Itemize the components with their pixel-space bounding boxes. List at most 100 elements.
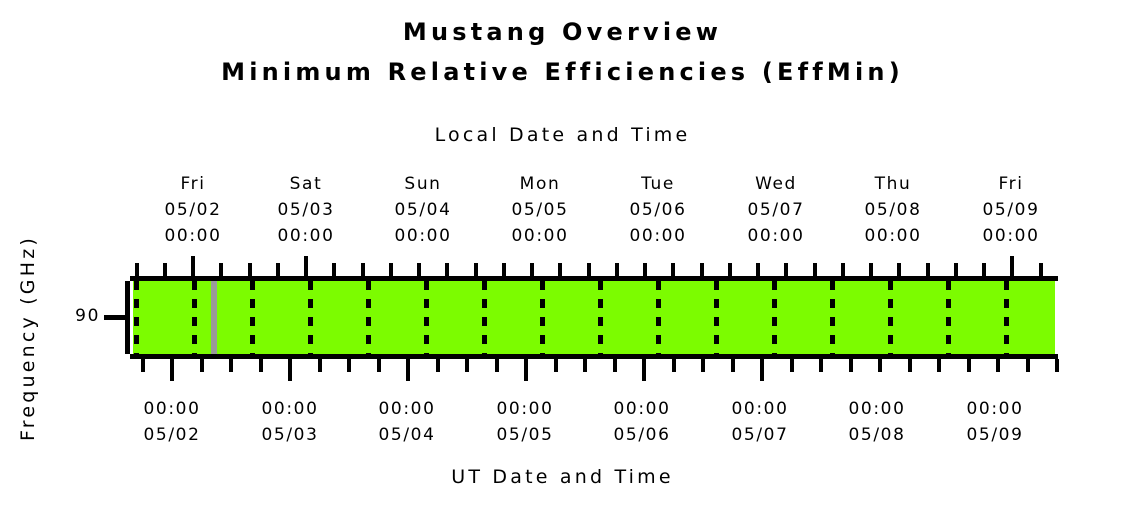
top-tick-major [191,256,195,276]
chart-title-secondary: Minimum Relative Efficiencies (EffMin) [221,58,904,86]
tick-label-top-7-time: 00:00 [982,226,1040,246]
bottom-tick-minor [937,359,941,372]
bottom-tick-minor [377,359,381,372]
tick-label-top-0-day: Fri [180,174,206,194]
tick-label-top-3-time: 00:00 [511,226,569,246]
tick-label-top-3-date: 05/05 [511,200,569,220]
top-tick-minor [587,263,591,276]
top-tick-minor [361,263,365,276]
tick-label-bottom-6-date: 05/08 [848,425,906,445]
tick-label-top-3-day: Mon [519,174,561,194]
tick-label-top-1: Sat 05/03 00:00 [241,171,371,249]
grid-dash-line [888,281,893,354]
y-axis-tick-90 [104,315,126,320]
bottom-tick-minor [200,359,204,372]
tick-label-top-7: Fri 05/09 00:00 [946,171,1076,249]
tick-label-top-6-time: 00:00 [864,226,922,246]
grid-dash-line [482,281,487,354]
tick-label-top-1-time: 00:00 [277,226,335,246]
tick-label-bottom-7-date: 05/09 [966,425,1024,445]
top-tick-minor [671,263,675,276]
tick-label-bottom-5-time: 00:00 [731,399,789,419]
tick-label-top-1-date: 05/03 [277,200,335,220]
tick-label-top-6-day: Thu [874,174,912,194]
tick-label-bottom-3: 00:00 05/05 [460,396,590,448]
tick-label-top-2-day: Sun [404,174,442,194]
bottom-tick-minor [259,359,263,372]
tick-label-bottom-2: 00:00 05/04 [342,396,472,448]
bottom-tick-minor [318,359,322,372]
tick-label-top-5-time: 00:00 [747,226,805,246]
bottom-tick-minor [701,359,705,372]
grid-dash-line [830,281,835,354]
tick-label-top-1-day: Sat [289,174,323,194]
tick-label-top-4-time: 00:00 [629,226,687,246]
grid-dash-line [946,281,951,354]
chart-title-primary: Mustang Overview [402,18,723,46]
bottom-tick-minor [229,359,233,372]
tick-label-top-2-time: 00:00 [394,226,452,246]
tick-label-bottom-7-time: 00:00 [966,399,1024,419]
bottom-tick-minor [1055,359,1059,372]
plot-area [133,281,1055,354]
bottom-tick-minor [672,359,676,372]
y-axis-tick-label: 90 [75,306,100,326]
top-tick-minor [926,263,930,276]
bottom-tick-minor [1026,359,1030,372]
top-tick-minor [1039,263,1043,276]
tick-label-bottom-3-date: 05/05 [496,425,554,445]
top-tick-minor [982,263,986,276]
top-tick-minor [869,263,873,276]
top-tick-minor [502,263,506,276]
bottom-tick-major [406,359,410,381]
tick-label-bottom-4-time: 00:00 [613,399,671,419]
top-tick-major [304,256,308,276]
top-tick-minor [530,263,534,276]
grid-dash-line [366,281,371,354]
bottom-axis-title: UT Date and Time [451,466,674,488]
tick-label-top-0-time: 00:00 [164,226,222,246]
bottom-axis-line [130,354,1058,359]
tick-label-top-4-date: 05/06 [629,200,687,220]
tick-label-bottom-6: 00:00 05/08 [812,396,942,448]
bottom-tick-minor [347,359,351,372]
top-tick-minor [332,263,336,276]
grid-dash-line [1004,281,1009,354]
top-tick-minor [728,263,732,276]
top-tick-minor [813,263,817,276]
bottom-tick-minor [878,359,882,372]
grid-dash-line [540,281,545,354]
tick-label-top-7-date: 05/09 [982,200,1040,220]
bottom-tick-major [760,359,764,381]
top-tick-minor [954,263,958,276]
bottom-tick-minor [583,359,587,372]
grid-dash-line [772,281,777,354]
tick-label-bottom-5: 00:00 05/07 [695,396,825,448]
tick-label-bottom-0-time: 00:00 [143,399,201,419]
bottom-tick-minor [996,359,1000,372]
tick-label-top-3: Mon 05/05 00:00 [475,171,605,249]
top-tick-minor [841,263,845,276]
bottom-tick-minor [554,359,558,372]
bottom-tick-major [288,359,292,381]
tick-label-top-4-day: Tue [641,174,675,194]
top-tick-minor [756,263,760,276]
tick-label-bottom-2-time: 00:00 [378,399,436,419]
tick-label-top-2-date: 05/04 [394,200,452,220]
top-tick-minor [700,263,704,276]
tick-label-top-0-date: 05/02 [164,200,222,220]
bottom-tick-minor [731,359,735,372]
grid-dash-line [192,281,197,354]
y-axis-title: Frequency (GHz) [17,234,39,441]
bottom-tick-minor [967,359,971,372]
tick-label-bottom-2-date: 05/04 [378,425,436,445]
bottom-tick-minor [849,359,853,372]
tick-label-bottom-1-time: 00:00 [261,399,319,419]
grid-dash-line [598,281,603,354]
bottom-tick-minor [790,359,794,372]
grid-dash-line [308,281,313,354]
tick-label-bottom-1: 00:00 05/03 [225,396,355,448]
tick-label-top-5: Wed 05/07 00:00 [711,171,841,249]
top-tick-minor [417,263,421,276]
tick-label-bottom-4: 00:00 05/06 [577,396,707,448]
